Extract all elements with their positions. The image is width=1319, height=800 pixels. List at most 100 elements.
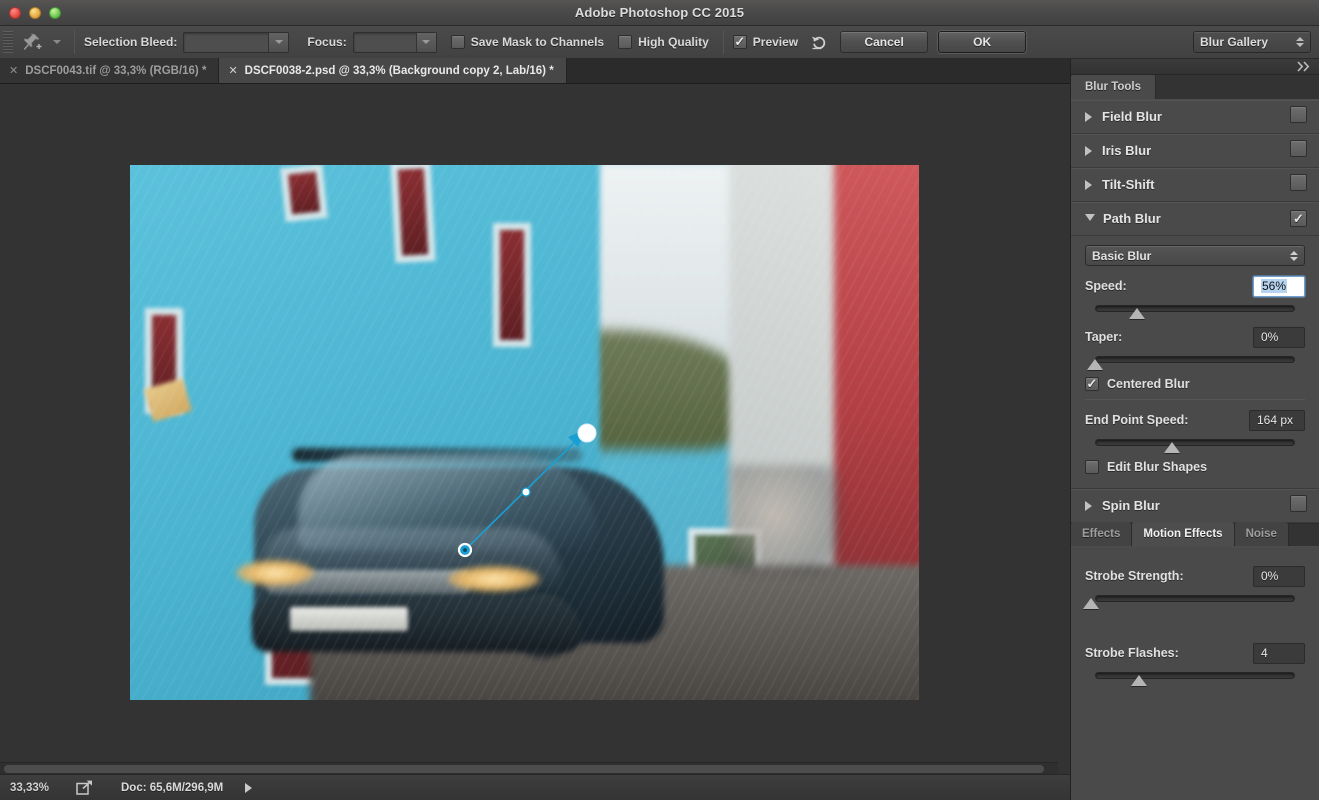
checkbox-box	[732, 35, 747, 49]
high-quality-checkbox[interactable]: High Quality	[618, 35, 709, 49]
blur-tools-panel: Blur Tools Field Blur Iris Blur Tilt-Shi…	[1070, 59, 1319, 800]
preview-label: Preview	[752, 35, 799, 49]
tilt-shift-checkbox[interactable]	[1290, 173, 1307, 196]
panel-top-bar	[1071, 59, 1319, 75]
end-point-speed-slider[interactable]	[1085, 436, 1305, 453]
document-tab-dscf0038-2[interactable]: ✕ DSCF0038-2.psd @ 33,3% (Background cop…	[219, 58, 567, 83]
ok-button[interactable]: OK	[938, 31, 1027, 53]
tab-noise[interactable]: Noise	[1234, 522, 1289, 546]
triangle-right-icon[interactable]	[1085, 145, 1092, 156]
slider-track	[1095, 672, 1295, 679]
document-tab-dscf0043[interactable]: ✕ DSCF0043.tif @ 33,3% (RGB/16) *	[0, 58, 220, 83]
selection-bleed-chevron-down-icon[interactable]	[268, 32, 289, 52]
tab-effects[interactable]: Effects	[1071, 522, 1133, 546]
blur-tool-label: Tilt-Shift	[1102, 177, 1155, 192]
focus-chevron-down-icon[interactable]	[415, 32, 436, 52]
checkbox-box	[1290, 494, 1307, 512]
path-blur-mode-select[interactable]: Basic Blur	[1085, 245, 1305, 266]
taper-row: Taper: 0%	[1085, 326, 1305, 348]
play-triangle-icon[interactable]	[245, 783, 252, 793]
double-chevron-right-icon[interactable]	[1296, 61, 1312, 72]
speed-input[interactable]: 56%	[1253, 275, 1305, 297]
triangle-right-icon[interactable]	[1085, 179, 1092, 190]
zoom-level[interactable]: 33,33%	[10, 782, 66, 794]
save-mask-to-channels-label: Save Mask to Channels	[470, 35, 605, 49]
path-blur-end-point[interactable]	[577, 423, 597, 443]
up-down-arrows-icon	[1296, 37, 1304, 47]
blur-tool-path-blur[interactable]: Path Blur	[1071, 202, 1319, 236]
triangle-down-icon[interactable]	[1085, 214, 1095, 226]
checkbox-box	[1290, 210, 1307, 227]
tab-motion-effects[interactable]: Motion Effects	[1132, 522, 1235, 546]
selection-bleed-input[interactable]	[183, 31, 290, 53]
document-tab-label: DSCF0038-2.psd @ 33,3% (Background copy …	[244, 64, 554, 77]
end-point-speed-label: End Point Speed:	[1085, 413, 1189, 427]
blur-tool-spin-blur[interactable]: Spin Blur	[1071, 489, 1319, 523]
scrollbar-thumb[interactable]	[4, 765, 1044, 773]
blur-gallery-select[interactable]: Blur Gallery	[1193, 31, 1311, 53]
photoshop-window: Adobe Photoshop CC 2015 Selection Bleed:…	[0, 0, 1319, 800]
speed-value: 56%	[1261, 279, 1288, 293]
path-blur-overlay[interactable]	[130, 165, 919, 700]
strobe-strength-slider[interactable]	[1082, 592, 1305, 609]
slider-knob[interactable]	[1164, 442, 1181, 453]
canvas-horizontal-scrollbar[interactable]	[0, 762, 1058, 774]
checkbox-box	[1085, 460, 1099, 474]
edit-blur-shapes-label: Edit Blur Shapes	[1107, 460, 1208, 474]
path-blur-checkbox[interactable]	[1290, 210, 1307, 228]
edit-blur-shapes-checkbox[interactable]: Edit Blur Shapes	[1085, 460, 1305, 474]
focus-input[interactable]	[352, 31, 437, 53]
preview-checkbox[interactable]: Preview	[732, 35, 799, 49]
slider-knob[interactable]	[1082, 598, 1099, 609]
tab-blur-tools[interactable]: Blur Tools	[1071, 74, 1157, 99]
speed-label: Speed:	[1085, 279, 1127, 293]
iris-blur-checkbox[interactable]	[1290, 139, 1307, 162]
strobe-strength-input[interactable]: 0%	[1253, 565, 1305, 587]
strobe-flashes-input[interactable]: 4	[1253, 642, 1305, 664]
slider-knob[interactable]	[1129, 308, 1145, 319]
slider-knob[interactable]	[1087, 359, 1104, 370]
triangle-right-icon[interactable]	[1085, 111, 1092, 122]
blur-tool-label: Spin Blur	[1102, 498, 1160, 513]
checkbox-box	[618, 35, 633, 49]
effects-tab-bar: Effects Motion Effects Noise	[1071, 522, 1319, 547]
blur-tool-field-blur[interactable]: Field Blur	[1071, 100, 1319, 134]
workspace-label: Blur Gallery	[1200, 35, 1269, 49]
speed-slider[interactable]	[1085, 302, 1305, 319]
undo-reset-icon[interactable]	[808, 31, 830, 53]
pin-add-icon[interactable]	[17, 29, 47, 55]
strobe-flashes-slider[interactable]	[1085, 669, 1305, 686]
slider-track	[1095, 356, 1295, 363]
blur-tool-tilt-shift[interactable]: Tilt-Shift	[1071, 168, 1319, 202]
field-blur-checkbox[interactable]	[1290, 105, 1307, 128]
options-bar-grip[interactable]	[3, 31, 13, 53]
taper-slider[interactable]	[1085, 353, 1305, 370]
slider-track	[1095, 439, 1295, 446]
strobe-strength-label: Strobe Strength:	[1085, 569, 1184, 583]
image-canvas[interactable]	[130, 165, 919, 700]
options-bar: Selection Bleed: Focus: Save Mask to Cha…	[0, 26, 1319, 59]
focus-label: Focus:	[307, 35, 347, 49]
triangle-right-icon[interactable]	[1085, 500, 1092, 511]
panel-tab-bar: Blur Tools	[1071, 74, 1319, 100]
end-point-speed-input[interactable]: 164 px	[1249, 409, 1305, 431]
divider	[74, 30, 75, 54]
canvas-area[interactable]	[0, 84, 1070, 774]
centered-blur-checkbox[interactable]: Centered Blur	[1085, 377, 1305, 391]
taper-input[interactable]: 0%	[1253, 326, 1305, 348]
checkbox-box	[450, 35, 465, 49]
workspace-switcher[interactable]: Blur Gallery	[1193, 31, 1311, 53]
close-icon[interactable]: ✕	[228, 64, 237, 77]
strobe-flashes-label: Strobe Flashes:	[1085, 646, 1179, 660]
tool-preset-chevron-down-icon[interactable]	[49, 33, 65, 51]
spin-blur-checkbox[interactable]	[1290, 494, 1307, 517]
blur-tool-iris-blur[interactable]: Iris Blur	[1071, 134, 1319, 168]
end-point-speed-row: End Point Speed: 164 px	[1085, 409, 1305, 431]
save-mask-to-channels-checkbox[interactable]: Save Mask to Channels	[450, 35, 605, 49]
share-export-icon[interactable]	[76, 780, 93, 795]
cancel-button[interactable]: Cancel	[840, 31, 929, 53]
path-blur-mid-point[interactable]	[521, 487, 531, 497]
close-icon[interactable]: ✕	[9, 64, 18, 77]
motion-effects-body: Strobe Strength: 0% Strobe Flashes: 4	[1071, 547, 1319, 800]
slider-knob[interactable]	[1131, 675, 1148, 686]
